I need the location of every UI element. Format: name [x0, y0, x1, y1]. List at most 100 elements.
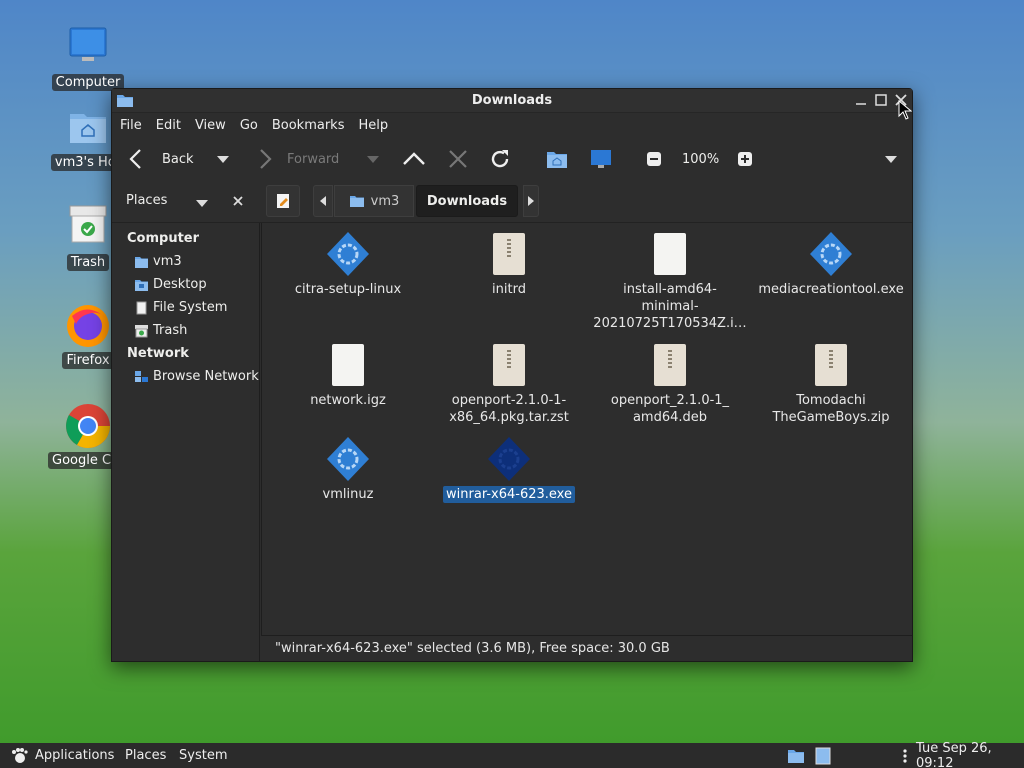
- executable-icon: [807, 231, 855, 277]
- sidebar-item-desktop[interactable]: Desktop: [112, 273, 259, 296]
- path-button-current[interactable]: Downloads: [416, 185, 518, 217]
- maximize-button[interactable]: [874, 92, 888, 108]
- computer-button[interactable]: [589, 148, 613, 170]
- bottom-panel: Applications Places System Tue Sep 26, 0…: [0, 741, 1024, 768]
- sidebar-type-dropdown[interactable]: [196, 197, 208, 212]
- menu-go[interactable]: Go: [240, 118, 258, 133]
- applications-label: Applications: [35, 748, 115, 763]
- up-button[interactable]: [402, 149, 426, 169]
- reload-button[interactable]: [488, 147, 512, 171]
- file-name: install-amd64- minimal- 20210725T170534Z…: [593, 282, 747, 331]
- zoom-out-icon: [647, 152, 661, 166]
- places-menu[interactable]: Places: [125, 748, 166, 763]
- stop-button[interactable]: [448, 149, 468, 169]
- chevron-down-icon: [196, 200, 208, 207]
- trash-icon: [64, 204, 112, 252]
- file-item[interactable]: openport_2.1.0-1_ amd64.deb: [590, 342, 750, 426]
- arrow-right-icon: [260, 149, 272, 169]
- clock[interactable]: Tue Sep 26, 09:12: [916, 741, 1024, 768]
- sidebar-item-file-system[interactable]: File System: [112, 296, 259, 319]
- sidebar-section-computer: Computer: [127, 231, 200, 246]
- file-name: citra-setup-linux: [294, 282, 402, 297]
- sidebar-section-network: Network: [127, 346, 189, 361]
- sidebar-item-label: Desktop: [153, 277, 207, 292]
- panel-menu-icon[interactable]: [902, 748, 908, 764]
- file-item[interactable]: mediacreationtool.exe: [751, 231, 911, 298]
- home-folder-icon: [349, 196, 364, 207]
- file-name: mediacreationtool.exe: [758, 282, 904, 297]
- sidebar-item-browse-network[interactable]: Browse Network: [112, 365, 259, 388]
- toggle-location-entry-button[interactable]: [266, 185, 300, 217]
- archive-icon: [485, 231, 533, 277]
- forward-history-dropdown[interactable]: [366, 154, 380, 164]
- sidebar-item-label: Browse Network: [153, 369, 259, 384]
- executable-icon: [485, 436, 533, 482]
- desktop-folder-icon: [135, 279, 148, 291]
- executable-icon: [324, 231, 372, 277]
- sidebar-close-button[interactable]: [233, 195, 243, 210]
- file-item[interactable]: openport-2.1.0-1- x86_64.pkg.tar.zst: [429, 342, 589, 426]
- menu-help[interactable]: Help: [358, 118, 388, 133]
- executable-icon: [324, 436, 372, 482]
- chevron-left-icon: [320, 196, 326, 206]
- path-button-home[interactable]: vm3: [334, 185, 414, 217]
- document-icon: [324, 342, 372, 388]
- document-icon: [646, 231, 694, 277]
- arrow-up-icon: [403, 152, 425, 165]
- file-item[interactable]: citra-setup-linux: [268, 231, 428, 298]
- sidebar-item-vm3[interactable]: vm3: [112, 250, 259, 273]
- title-bar[interactable]: Downloads: [112, 89, 912, 113]
- zoom-in-icon: [738, 152, 752, 166]
- back-button[interactable]: Back: [128, 148, 194, 170]
- file-item-selected[interactable]: winrar-x64-623.exe: [429, 436, 589, 503]
- file-item[interactable]: Tomodachi TheGameBoys.zip: [751, 342, 911, 426]
- desktop-icon-computer[interactable]: Computer: [48, 24, 128, 91]
- zoom-level: 100%: [682, 152, 719, 167]
- file-name: winrar-x64-623.exe: [443, 486, 575, 503]
- taskbar-file-manager[interactable]: [787, 748, 805, 764]
- applications-menu-button[interactable]: Applications: [10, 747, 114, 765]
- minimize-button[interactable]: [854, 92, 868, 108]
- drive-icon: [136, 301, 147, 314]
- menu-edit[interactable]: Edit: [156, 118, 181, 133]
- path-scroll-right-button[interactable]: [523, 185, 539, 217]
- forward-label: Forward: [287, 151, 340, 167]
- window-title: Downloads: [471, 93, 553, 108]
- system-menu[interactable]: System: [179, 748, 227, 763]
- archive-icon: [485, 342, 533, 388]
- file-view[interactable]: citra-setup-linux initrd install-amd64- …: [261, 223, 912, 635]
- monitor-icon: [64, 24, 112, 72]
- file-item[interactable]: vmlinuz: [268, 436, 428, 503]
- desktop-icon-label: Trash: [66, 254, 110, 271]
- zoom-in-button[interactable]: [737, 151, 753, 167]
- archive-icon: [646, 342, 694, 388]
- file-item[interactable]: install-amd64- minimal- 20210725T170534Z…: [590, 231, 750, 332]
- chevron-right-icon: [528, 196, 534, 206]
- file-item[interactable]: network.igz: [268, 342, 428, 409]
- file-item[interactable]: initrd: [429, 231, 589, 298]
- zoom-out-button[interactable]: [646, 151, 662, 167]
- forward-button[interactable]: Forward: [257, 148, 339, 170]
- home-button[interactable]: [546, 149, 568, 169]
- folder-icon: [788, 749, 804, 763]
- menu-bookmarks[interactable]: Bookmarks: [272, 118, 345, 133]
- gnome-foot-icon: [12, 747, 28, 763]
- taskbar-desktop[interactable]: [815, 747, 831, 765]
- back-history-dropdown[interactable]: [216, 154, 230, 164]
- sidebar-item-trash[interactable]: Trash: [112, 319, 259, 342]
- file-name: initrd: [492, 282, 526, 297]
- menu-view[interactable]: View: [195, 118, 226, 133]
- file-name: Tomodachi TheGameBoys.zip: [772, 393, 890, 425]
- close-icon: [233, 196, 243, 206]
- chevron-down-icon: [885, 156, 897, 163]
- sidebar-header-label: Places: [126, 193, 168, 208]
- desktop-icon-label: Firefox: [62, 352, 114, 369]
- home-folder-icon: [64, 104, 112, 152]
- menu-file[interactable]: File: [120, 118, 142, 133]
- file-name: network.igz: [310, 393, 386, 408]
- path-scroll-left-button[interactable]: [313, 185, 333, 217]
- path-segment-label: Downloads: [426, 193, 508, 209]
- firefox-icon: [64, 302, 112, 350]
- path-segment-label: vm3: [370, 193, 400, 209]
- toolbar-overflow-button[interactable]: [884, 154, 898, 164]
